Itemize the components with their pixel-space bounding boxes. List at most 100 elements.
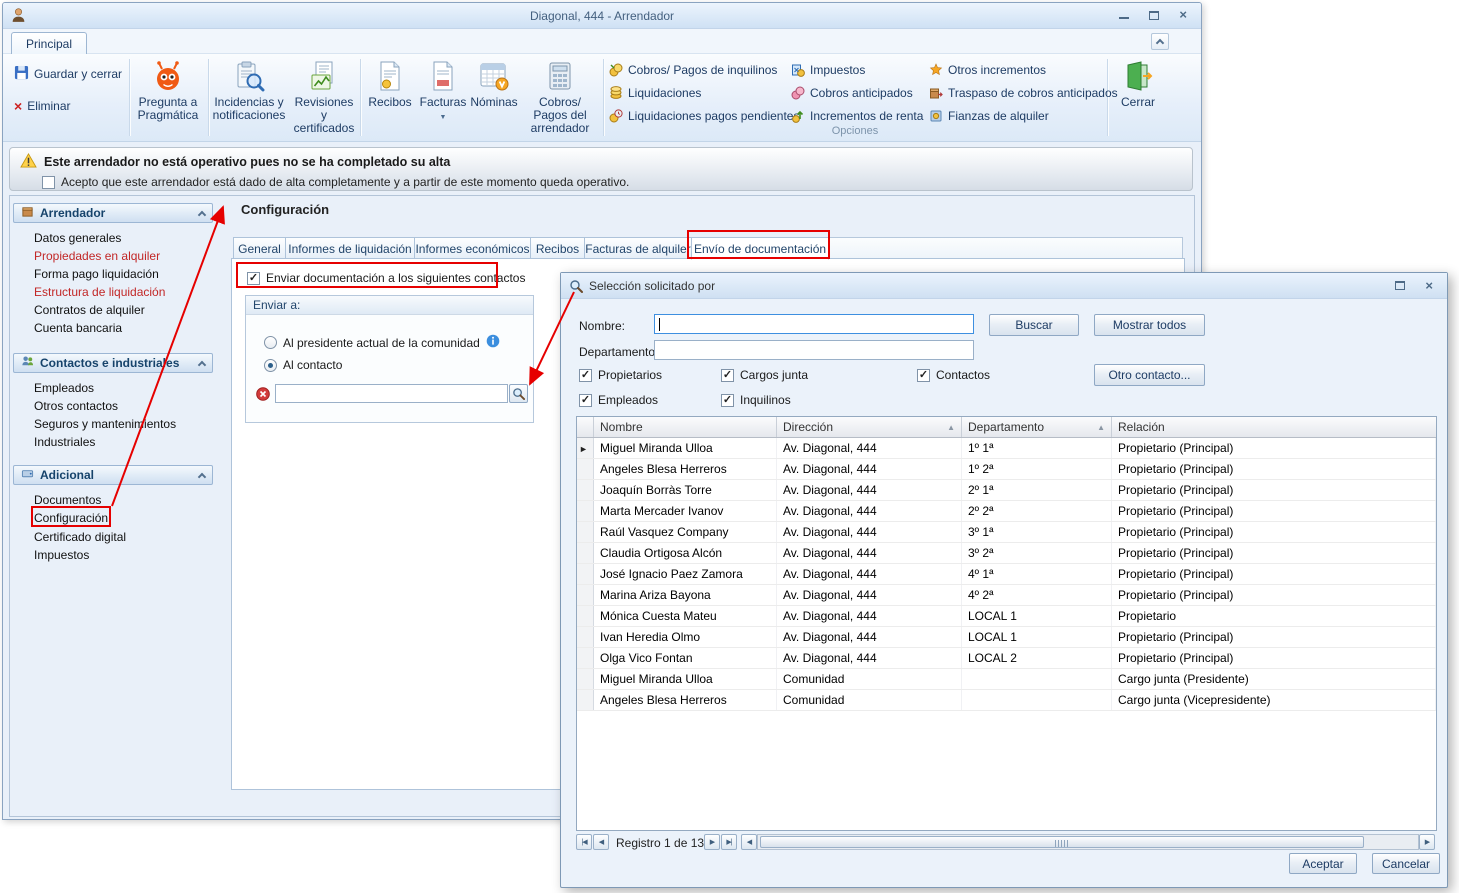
opcion-impuestos[interactable]: Impuestos (791, 62, 865, 78)
al-contacto-radio[interactable] (264, 359, 277, 372)
nombre-input[interactable] (654, 314, 974, 334)
sidebar-section-contactos[interactable]: Contactos e industriales (13, 353, 213, 373)
sidebar-item-propiedades-en-alquiler[interactable]: Propiedades en alquiler (34, 249, 160, 265)
table-row[interactable]: ► Miguel Miranda Ulloa Comunidad Cargo j… (577, 669, 1436, 690)
table-row[interactable]: ► Marta Mercader Ivanov Av. Diagonal, 44… (577, 501, 1436, 522)
sidebar-item-contratos-de-alquiler[interactable]: Contratos de alquiler (34, 303, 145, 319)
minimize-icon[interactable] (1119, 11, 1129, 19)
sidebar-item-documentos[interactable]: Documentos (34, 493, 101, 509)
sidebar-item-otros-contactos[interactable]: Otros contactos (34, 399, 118, 415)
empleados-checkbox[interactable]: ✓ (579, 394, 592, 407)
filter-empleados[interactable]: ✓ Empleados (579, 393, 658, 407)
contact-input[interactable] (275, 384, 508, 403)
incidencias-button[interactable]: Incidencias y notificaciones (212, 56, 286, 139)
nav-first-button[interactable]: |◀ (576, 834, 592, 850)
opcion-traspaso-cobros[interactable]: Traspaso de cobros anticipados (929, 85, 1118, 101)
clear-contact-icon[interactable] (256, 387, 270, 404)
table-row[interactable]: ► Raúl Vasquez Company Av. Diagonal, 444… (577, 522, 1436, 543)
nominas-button[interactable]: Nóminas (469, 56, 519, 139)
column-header-departamento[interactable]: Departamento▲ (962, 417, 1112, 437)
table-row[interactable]: ► Mónica Cuesta Mateu Av. Diagonal, 444 … (577, 606, 1436, 627)
opcion-liquidaciones-pendientes[interactable]: Liquidaciones pagos pendientes (609, 108, 799, 124)
sidebar-section-adicional[interactable]: Adicional (13, 465, 213, 485)
sidebar-item-seguros-y-mantenimientos[interactable]: Seguros y mantenimientos (34, 417, 176, 433)
sidebar-item-cuenta-bancaria[interactable]: Cuenta bancaria (34, 321, 122, 337)
scroll-left-button[interactable]: ◀ (741, 834, 757, 850)
accept-alta-checkbox[interactable] (42, 176, 55, 189)
nav-last-button[interactable]: ▶| (721, 834, 737, 850)
mostrar-todos-button[interactable]: Mostrar todos (1094, 314, 1205, 336)
otro-contacto-button[interactable]: Otro contacto... (1094, 364, 1205, 386)
cobros-pagos-arrendador-button[interactable]: Cobros/ Pagos del arrendador (521, 56, 599, 139)
cargos-junta-checkbox[interactable]: ✓ (721, 369, 734, 382)
cerrar-button[interactable]: Cerrar (1111, 56, 1165, 139)
column-header-direccion[interactable]: Dirección▲ (777, 417, 962, 437)
opcion-incrementos-renta[interactable]: Incrementos de renta (791, 108, 923, 124)
table-row[interactable]: ► Angeles Blesa Herreros Av. Diagonal, 4… (577, 459, 1436, 480)
sidebar-item-configuracion[interactable]: Configuración (34, 511, 108, 527)
al-presidente-radio[interactable] (264, 336, 277, 349)
sidebar-item-datos-generales[interactable]: Datos generales (34, 231, 121, 247)
facturas-button[interactable]: Facturas ▼ (419, 56, 467, 139)
restore-icon[interactable] (1149, 11, 1159, 20)
tab-informes-economicos[interactable]: Informes económicos (414, 237, 531, 259)
cancelar-button[interactable]: Cancelar (1372, 853, 1440, 874)
buscar-button[interactable]: Buscar (989, 314, 1079, 336)
column-header-relacion[interactable]: Relación (1112, 417, 1436, 437)
inquilinos-checkbox[interactable]: ✓ (721, 394, 734, 407)
table-row[interactable]: ► Joaquín Borràs Torre Av. Diagonal, 444… (577, 480, 1436, 501)
scroll-right-button[interactable]: ▶ (1419, 834, 1435, 850)
revisiones-button[interactable]: Revisiones y certificados (290, 56, 358, 139)
opcion-otros-incrementos[interactable]: Otros incrementos (929, 62, 1046, 78)
propietarios-checkbox[interactable]: ✓ (579, 369, 592, 382)
departamento-input[interactable] (654, 340, 974, 360)
filter-cargos-junta[interactable]: ✓ Cargos junta (721, 368, 808, 382)
nav-next-button[interactable]: ▶ (704, 834, 720, 850)
tab-informes-liquidacion[interactable]: Informes de liquidación (285, 237, 415, 259)
opcion-cobros-pagos-inquilinos[interactable]: Cobros/ Pagos de inquilinos (609, 62, 777, 78)
restore-icon[interactable] (1395, 281, 1405, 290)
table-row[interactable]: ► José Ignacio Paez Zamora Av. Diagonal,… (577, 564, 1436, 585)
tab-general[interactable]: General (233, 237, 286, 259)
table-row[interactable]: ► Ivan Heredia Olmo Av. Diagonal, 444 LO… (577, 627, 1436, 648)
nav-prev-button[interactable]: ◀ (593, 834, 609, 850)
table-row[interactable]: ► Miguel Miranda Ulloa Av. Diagonal, 444… (577, 438, 1436, 459)
tab-recibos[interactable]: Recibos (530, 237, 585, 259)
scrollbar-thumb[interactable] (760, 836, 1364, 848)
table-row[interactable]: ► Claudia Ortigosa Alcón Av. Diagonal, 4… (577, 543, 1436, 564)
pragmatica-button[interactable]: Pregunta a Pragmática (134, 56, 202, 139)
table-row[interactable]: ► Angeles Blesa Herreros Comunidad Cargo… (577, 690, 1436, 711)
filter-inquilinos[interactable]: ✓ Inquilinos (721, 393, 791, 407)
contact-search-button[interactable] (509, 384, 528, 403)
send-docs-checkbox[interactable]: ✓ (247, 272, 260, 285)
sidebar-item-forma-pago-liquidacion[interactable]: Forma pago liquidación (34, 267, 159, 283)
delete-button[interactable]: × Eliminar (11, 96, 74, 116)
sidebar-item-industriales[interactable]: Industriales (34, 435, 95, 451)
contactos-checkbox[interactable]: ✓ (917, 369, 930, 382)
filter-propietarios[interactable]: ✓ Propietarios (579, 368, 662, 382)
dialog-title-bar[interactable]: Selección solicitado por × (561, 273, 1447, 299)
sidebar-item-certificado-digital[interactable]: Certificado digital (34, 530, 126, 546)
ribbon-collapse-button[interactable] (1151, 33, 1169, 50)
recibos-button[interactable]: Recibos (365, 56, 415, 139)
close-icon[interactable]: × (1179, 9, 1187, 21)
aceptar-button[interactable]: Aceptar (1289, 853, 1357, 874)
filter-contactos[interactable]: ✓ Contactos (917, 368, 990, 382)
opcion-fianzas[interactable]: Fianzas de alquiler (929, 108, 1049, 124)
sidebar-item-impuestos[interactable]: Impuestos (34, 548, 89, 564)
info-icon[interactable] (486, 334, 500, 351)
save-close-button[interactable]: Guardar y cerrar (11, 64, 125, 84)
sidebar-item-estructura-de-liquidacion[interactable]: Estructura de liquidación (34, 285, 165, 301)
sidebar-item-empleados[interactable]: Empleados (34, 381, 94, 397)
tab-envio-documentacion[interactable]: Envío de documentación (691, 237, 829, 260)
title-bar[interactable]: Diagonal, 444 - Arrendador × (3, 3, 1201, 29)
tab-principal[interactable]: Principal (11, 32, 87, 54)
tab-facturas-alquiler[interactable]: Facturas de alquiler (584, 237, 692, 259)
column-header-nombre[interactable]: Nombre (594, 417, 777, 437)
table-row[interactable]: ► Marina Ariza Bayona Av. Diagonal, 444 … (577, 585, 1436, 606)
sidebar-section-arrendador[interactable]: Arrendador (13, 203, 213, 223)
opcion-liquidaciones[interactable]: Liquidaciones (609, 85, 701, 101)
horizontal-scrollbar[interactable] (757, 834, 1419, 850)
close-icon[interactable]: × (1425, 280, 1433, 292)
table-row[interactable]: ► Olga Vico Fontan Av. Diagonal, 444 LOC… (577, 648, 1436, 669)
